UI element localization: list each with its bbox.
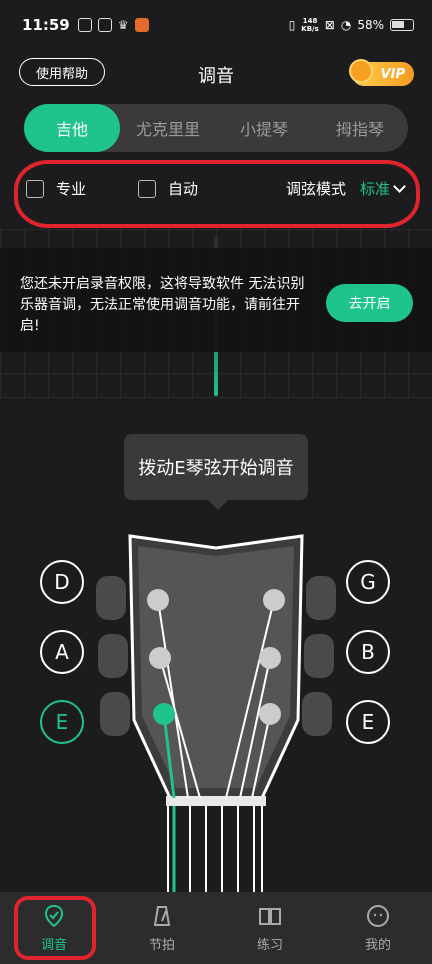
nav-metronome[interactable]: 节拍 — [108, 892, 216, 964]
network-speed-unit: KB/s — [301, 25, 319, 33]
tab-guitar[interactable]: 吉他 — [24, 104, 120, 152]
profile-icon — [367, 904, 389, 927]
string-button-a[interactable]: A — [40, 630, 84, 674]
options-row: 专业 自动 调弦模式 标准 — [14, 160, 420, 228]
tab-violin[interactable]: 小提琴 — [216, 104, 312, 152]
vibrate-icon: ▯ — [288, 18, 296, 32]
pro-checkbox[interactable] — [26, 179, 44, 198]
auto-label: 自动 — [168, 180, 199, 198]
notification-icons: ♛ — [77, 18, 149, 32]
tab-kalimba[interactable]: 拇指琴 — [312, 104, 408, 152]
neck-strings — [167, 806, 263, 892]
tuning-mode-label: 调弦模式 — [285, 180, 346, 198]
string-button-g[interactable]: G — [346, 560, 390, 604]
nut — [166, 796, 266, 806]
tuning-post-b — [259, 647, 281, 669]
tuning-post-a — [149, 647, 171, 669]
network-speed: 148 KB/s — [301, 17, 318, 33]
pro-option[interactable]: 专业 — [26, 178, 86, 199]
battery-percent: 58% — [357, 18, 384, 32]
tuning-post-d — [147, 589, 169, 611]
app-notification-icon — [77, 18, 92, 32]
peg-e-low[interactable] — [100, 692, 130, 736]
status-right: ▯ 148 KB/s ⊠ ◔ 58% — [289, 17, 414, 33]
chevron-down-icon[interactable] — [393, 180, 406, 193]
metronome-icon — [153, 905, 171, 926]
peg-d[interactable] — [96, 576, 126, 620]
sim-icon: ⊠ — [324, 18, 335, 32]
vip-crown-icon — [349, 59, 373, 83]
string-button-e-low[interactable]: E — [40, 700, 84, 744]
nav-profile[interactable]: 我的 — [324, 892, 432, 964]
book-icon — [259, 907, 281, 925]
string-button-d[interactable]: D — [40, 560, 84, 604]
crown-notification-icon: ♛ — [117, 18, 129, 32]
red-app-notification-icon — [134, 18, 149, 32]
open-permission-button[interactable]: 去开启 — [326, 284, 413, 322]
status-bar: 11:59 ♛ ▯ 148 KB/s ⊠ ◔ 58% — [0, 0, 432, 50]
auto-option[interactable]: 自动 — [138, 178, 198, 199]
tuning-post-e-high — [259, 703, 281, 725]
vip-button[interactable]: VIP — [349, 59, 414, 86]
peg-a[interactable] — [98, 634, 128, 678]
header: 使用帮助 调音 VIP — [0, 58, 432, 90]
peg-g[interactable] — [306, 576, 336, 620]
vip-label: VIP — [380, 66, 405, 82]
status-time: 11:59 — [22, 16, 70, 34]
string-button-b[interactable]: B — [346, 630, 390, 674]
tab-ukulele[interactable]: 尤克里里 — [120, 104, 216, 152]
wifi-icon: ◔ — [340, 18, 352, 32]
peg-b[interactable] — [304, 634, 334, 678]
nav-practice[interactable]: 练习 — [216, 892, 324, 964]
nav-practice-label: 练习 — [256, 937, 283, 953]
tuning-post-e-low — [153, 703, 175, 725]
nav-highlight-box — [14, 896, 96, 960]
permission-notice-text: 您还未开启录音权限，这将导致软件 无法识别乐器音调，无法正常使用调音功能，请前往… — [20, 276, 305, 334]
network-speed-value: 148 — [302, 17, 318, 25]
instrument-tabs: 吉他 尤克里里 小提琴 拇指琴 — [24, 104, 408, 152]
tuning-post-g — [263, 589, 285, 611]
nav-profile-label: 我的 — [364, 937, 391, 953]
nav-metronome-label: 节拍 — [148, 937, 175, 953]
auto-checkbox[interactable] — [138, 179, 156, 198]
tuning-mode-dropdown[interactable]: 标准 — [360, 178, 390, 199]
string-button-e-high[interactable]: E — [346, 700, 390, 744]
box-notification-icon — [97, 18, 112, 32]
tuning-hint-tooltip: 拨动E琴弦开始调音 — [124, 434, 308, 510]
peg-e-high[interactable] — [302, 692, 332, 736]
battery-icon — [390, 19, 414, 31]
pro-label: 专业 — [56, 180, 87, 198]
